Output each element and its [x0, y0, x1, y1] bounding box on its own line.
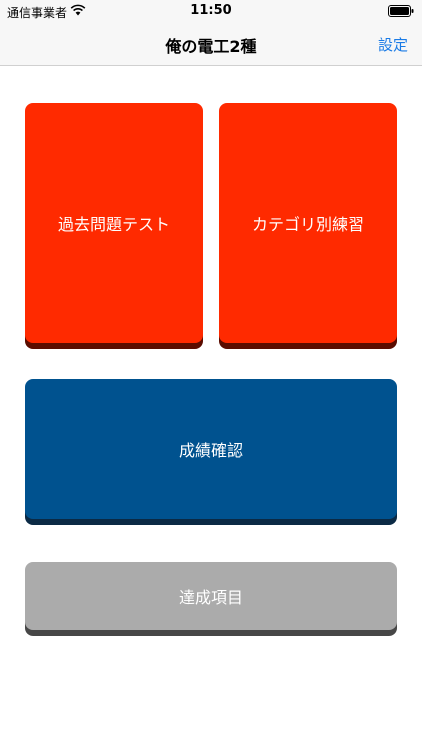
status-time: 11:50: [190, 3, 232, 18]
settings-button[interactable]: 設定: [378, 34, 408, 55]
status-bar: 通信事業者 11:50: [0, 0, 422, 22]
category-practice-button[interactable]: カテゴリ別練習: [219, 103, 397, 343]
achievements-label: 達成項目: [178, 588, 243, 607]
results-check-button[interactable]: 成績確認: [25, 379, 397, 519]
past-exam-test-button[interactable]: 過去問題テスト: [25, 103, 203, 343]
category-practice-label: カテゴリ別練習: [251, 215, 364, 234]
battery-icon: [388, 5, 414, 17]
results-check-label: 成績確認: [178, 441, 243, 460]
navigation-bar: 俺の電工2種 設定: [0, 22, 422, 66]
page-title: 俺の電工2種: [165, 37, 257, 56]
past-exam-test-label: 過去問題テスト: [57, 215, 170, 234]
achievements-button[interactable]: 達成項目: [25, 562, 397, 630]
